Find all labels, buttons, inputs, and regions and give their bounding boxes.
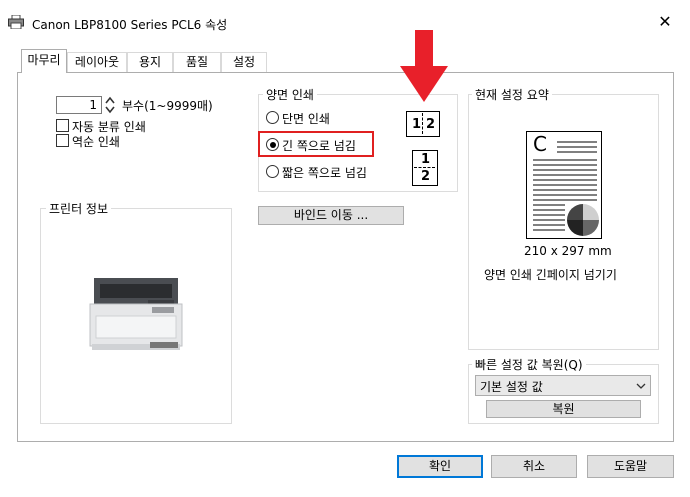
page-preview: C [526, 131, 602, 239]
printer-image [88, 276, 184, 352]
restore-button[interactable]: 복원 [486, 400, 641, 418]
paper-size-text: 210 x 297 mm [524, 244, 612, 258]
binding-location-button[interactable]: 바인드 이동 ... [258, 206, 404, 225]
tab-label: 마무리 [27, 53, 61, 67]
cancel-button[interactable]: 취소 [491, 455, 577, 478]
short-edge-radio[interactable] [266, 165, 279, 178]
short-edge-label: 짧은 쪽으로 넘김 [282, 166, 367, 180]
help-button[interactable]: 도움말 [587, 455, 674, 478]
printer-info-title: 프린터 정보 [46, 200, 112, 217]
printer-icon [8, 14, 24, 30]
tab-settings[interactable]: 설정 [221, 52, 267, 72]
tab-finishing[interactable]: 마무리 [21, 49, 67, 73]
red-arrow-icon [398, 28, 450, 104]
summary-description: 양면 인쇄 긴페이지 넘기기 [484, 268, 617, 282]
duplex-title: 양면 인쇄 [263, 86, 317, 103]
copies-label: 부수(1~9999매) [122, 99, 213, 113]
page-number: 2 [426, 117, 436, 132]
copies-spinner[interactable] [104, 95, 116, 115]
tab-label: 레이아웃 [74, 55, 120, 69]
quick-settings-value: 기본 설정 값 [480, 380, 543, 394]
window-title: Canon LBP8100 Series PCL6 속성 [32, 18, 228, 32]
simplex-label: 단면 인쇄 [282, 112, 330, 126]
collate-checkbox[interactable] [56, 119, 69, 132]
page-number: 2 [421, 169, 431, 184]
long-edge-label: 긴 쪽으로 넘김 [282, 139, 356, 153]
tab-label: 용지 [138, 55, 162, 69]
chevron-down-icon [636, 383, 646, 389]
quick-settings-select[interactable]: 기본 설정 값 [475, 375, 651, 396]
short-edge-page-icon: 1 2 [412, 150, 438, 186]
tab-paper[interactable]: 용지 [127, 52, 173, 72]
reverse-order-label: 역순 인쇄 [72, 135, 120, 149]
reverse-order-checkbox[interactable] [56, 134, 69, 147]
tab-label: 설정 [232, 55, 256, 69]
long-edge-page-icon: 1 2 [406, 111, 440, 137]
close-button[interactable]: ✕ [648, 10, 682, 34]
fold-line [414, 167, 435, 168]
tab-layout[interactable]: 레이아웃 [67, 52, 127, 72]
summary-title: 현재 설정 요약 [472, 86, 552, 103]
close-icon: ✕ [658, 12, 672, 31]
quick-settings-title: 빠른 설정 값 복원(Q) [472, 356, 586, 373]
copies-value: 1 [89, 98, 97, 112]
fold-line [422, 113, 424, 134]
page-number: 1 [421, 152, 431, 167]
page-number: 1 [412, 117, 422, 132]
tab-label: 품질 [185, 55, 209, 69]
ok-button[interactable]: 확인 [397, 455, 483, 478]
tab-quality[interactable]: 품질 [173, 52, 221, 72]
copies-input[interactable]: 1 [56, 96, 102, 114]
simplex-radio[interactable] [266, 111, 279, 124]
long-edge-radio[interactable] [266, 138, 279, 151]
